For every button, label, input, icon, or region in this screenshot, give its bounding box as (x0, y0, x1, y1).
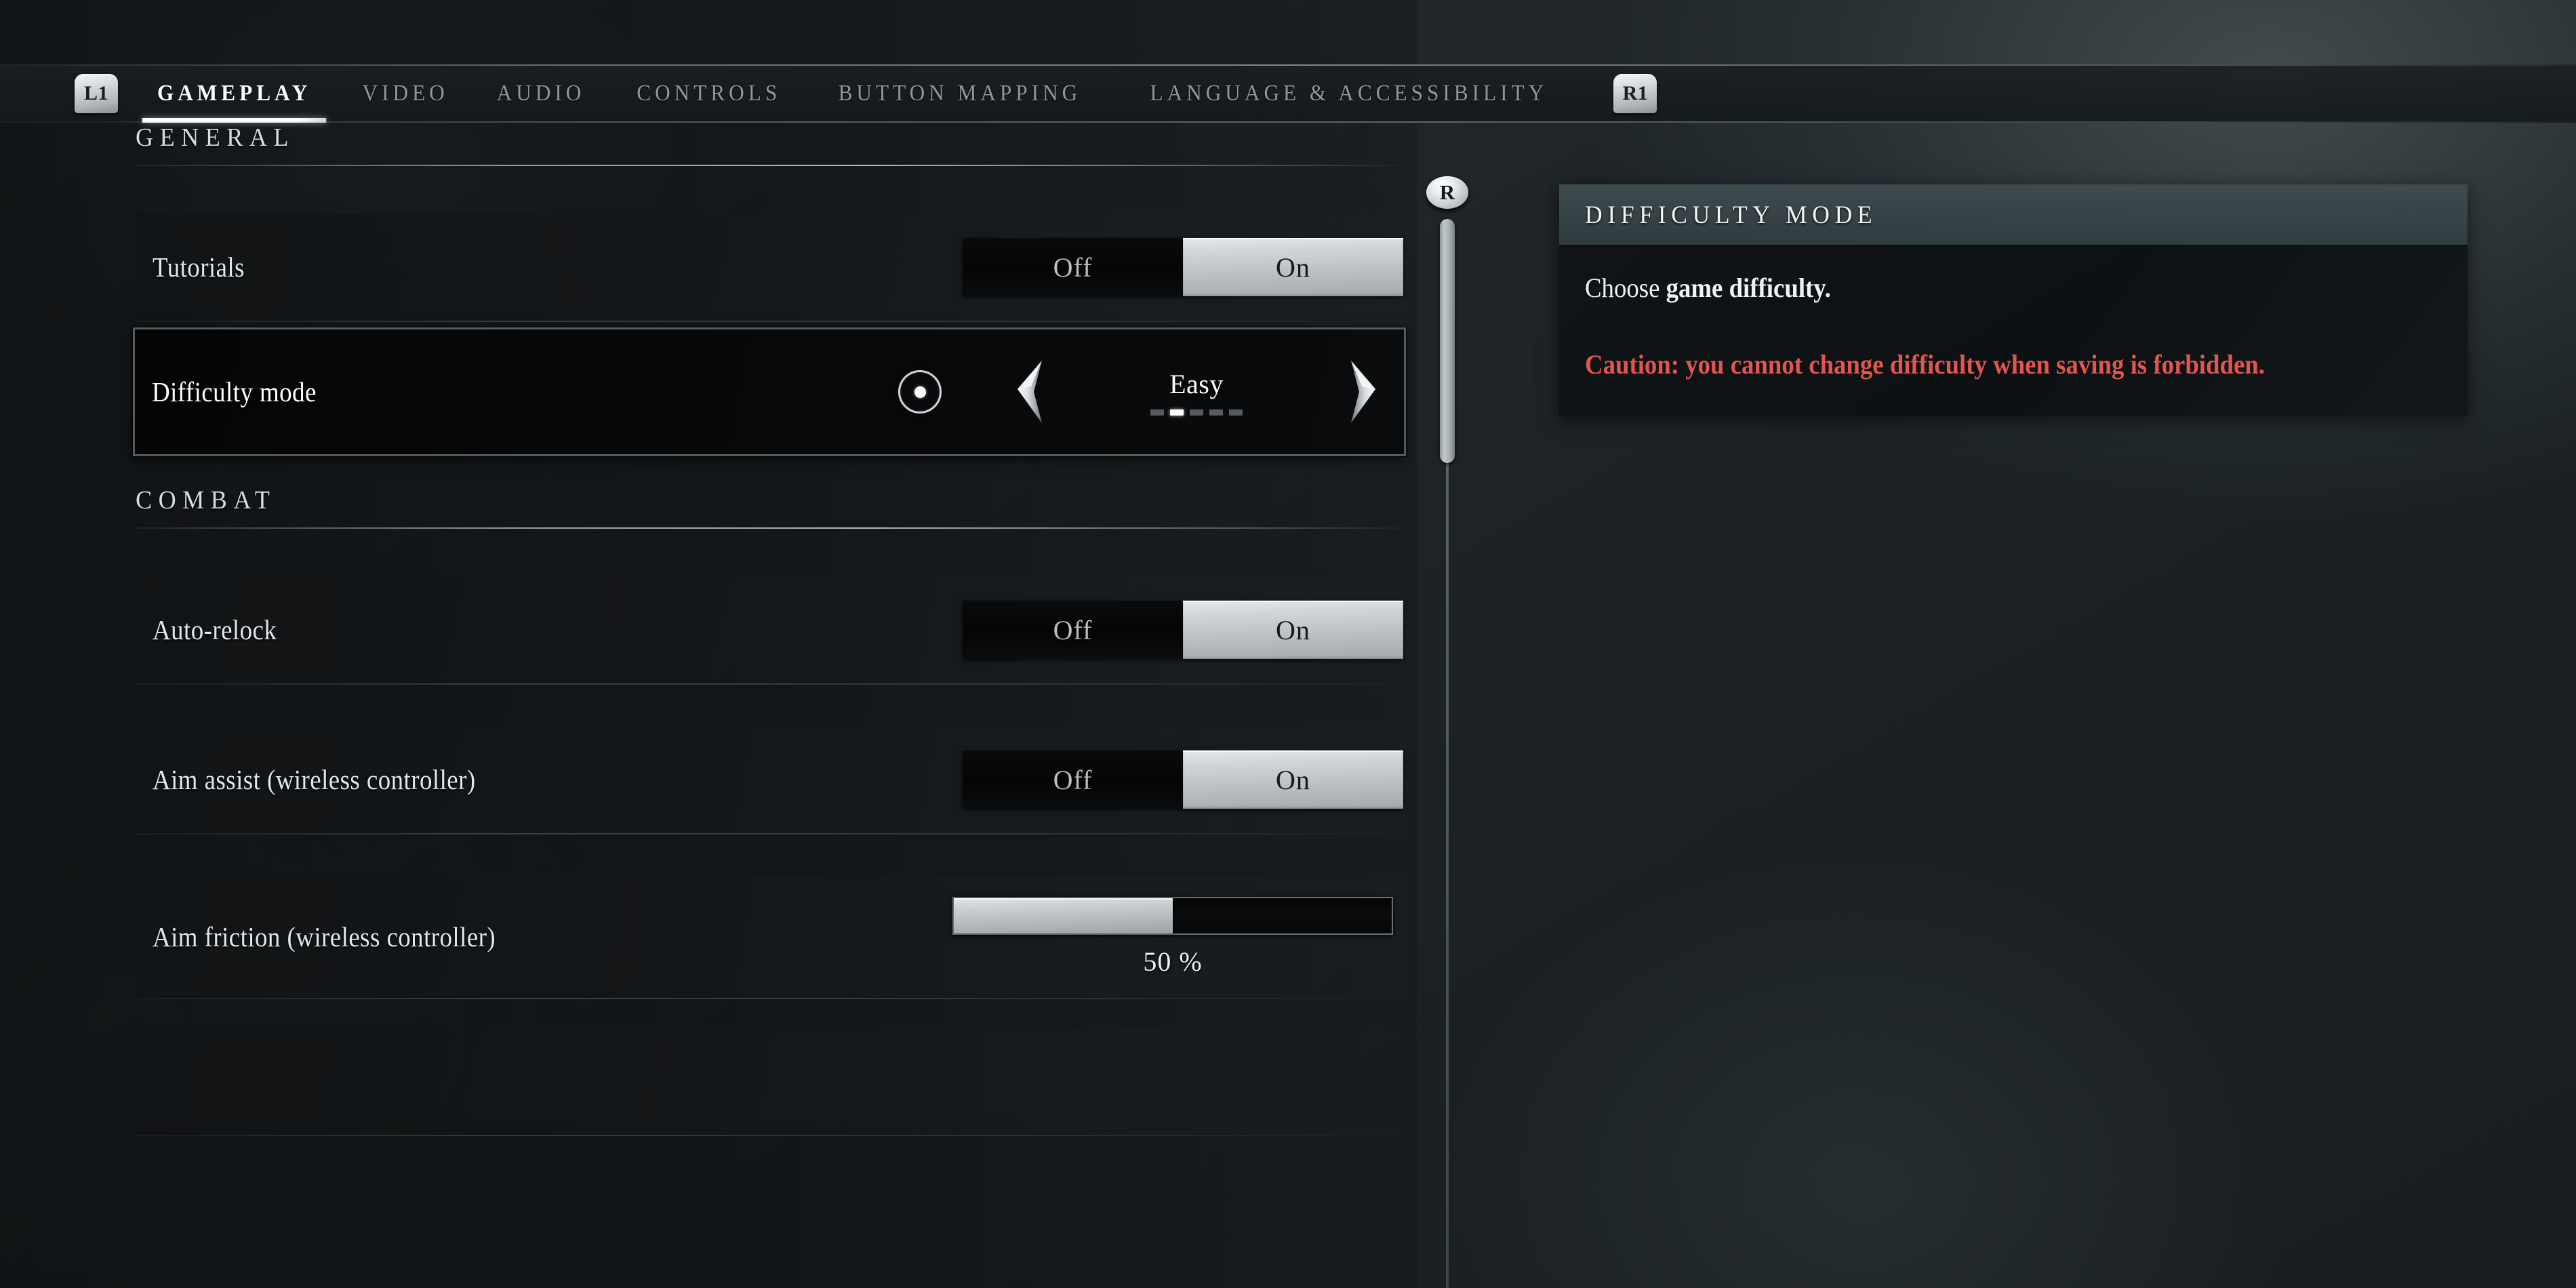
scrollbar-thumb[interactable] (1440, 219, 1455, 463)
toggle-option-on[interactable]: On (1183, 238, 1403, 296)
step-dot-5 (1229, 409, 1243, 416)
setting-row-aim-assist[interactable]: Aim assist (wireless controller) Off On (136, 726, 1403, 834)
tab-audio[interactable]: AUDIO (479, 81, 605, 106)
chevron-left-icon[interactable] (1007, 359, 1051, 424)
setting-row-aim-friction[interactable]: Aim friction (wireless controller) 50 % (136, 876, 1403, 999)
r1-bumper-icon[interactable]: R1 (1613, 74, 1657, 113)
tab-gameplay[interactable]: GAMEPLAY (138, 81, 330, 123)
stepper-value-difficulty: Easy (1169, 369, 1224, 399)
settings-tab-bar: L1 GAMEPLAY VIDEO AUDIO CONTROLS BUTTON … (0, 64, 2576, 123)
settings-list: GENERAL Tutorials Off On Difficulty mode (0, 123, 1417, 1288)
setting-label-aim-friction: Aim friction (wireless controller) (153, 921, 496, 952)
right-stick-icon[interactable]: R (1426, 176, 1468, 209)
info-panel-title: DIFFICULTY MODE (1585, 201, 1878, 229)
info-panel-header: DIFFICULTY MODE (1559, 184, 2468, 245)
l1-bumper-icon[interactable]: L1 (75, 74, 118, 113)
setting-row-auto-relock[interactable]: Auto-relock Off On (136, 576, 1403, 685)
chevron-right-icon[interactable] (1342, 359, 1386, 424)
radio-indicator-icon (898, 370, 942, 414)
toggle-option-off[interactable]: Off (963, 601, 1183, 659)
setting-label-auto-relock: Auto-relock (153, 614, 277, 645)
stepper-difficulty-mode[interactable]: Easy (898, 351, 1386, 432)
tab-language-accessibility[interactable]: LANGUAGE & ACCESSIBILITY (1131, 81, 1567, 106)
stepper-step-indicator (1150, 409, 1243, 416)
tab-button-mapping[interactable]: BUTTON MAPPING (820, 81, 1100, 106)
section-title-general: GENERAL (136, 123, 295, 152)
step-dot-3 (1190, 409, 1203, 416)
section-rule-combat (136, 527, 1403, 529)
section-rule-general (136, 165, 1403, 166)
slider-track[interactable] (952, 896, 1393, 935)
stepper-body: Easy (1051, 368, 1342, 416)
section-title-combat: COMBAT (136, 486, 277, 515)
setting-row-difficulty-mode[interactable]: Difficulty mode Easy (133, 327, 1406, 456)
info-panel-caution: Caution: you cannot change difficulty wh… (1585, 348, 2265, 380)
info-panel-description: Choose game difficulty. (1585, 269, 2373, 308)
tab-controls[interactable]: CONTROLS (618, 81, 799, 106)
toggle-option-on[interactable]: On (1183, 601, 1403, 659)
step-dot-2 (1170, 409, 1184, 416)
toggle-option-off[interactable]: Off (963, 238, 1183, 296)
info-panel-body: Choose game difficulty. Caution: you can… (1559, 245, 2468, 416)
setting-row-tutorials[interactable]: Tutorials Off On (136, 214, 1403, 322)
settings-scrollbar[interactable]: R (1424, 176, 1471, 1288)
toggle-option-on[interactable]: On (1183, 750, 1403, 809)
toggle-aim-assist[interactable]: Off On (963, 750, 1403, 809)
toggle-tutorials[interactable]: Off On (963, 238, 1403, 296)
step-dot-1 (1150, 409, 1164, 416)
info-panel: DIFFICULTY MODE Choose game difficulty. … (1559, 184, 2468, 416)
step-dot-4 (1209, 409, 1223, 416)
info-description-strong: game difficulty. (1666, 273, 1831, 303)
tab-video[interactable]: VIDEO (344, 81, 467, 106)
slider-aim-friction[interactable]: 50 % (942, 896, 1403, 978)
setting-label-difficulty-mode: Difficulty mode (152, 376, 317, 407)
setting-row-next-partial[interactable] (136, 1026, 1403, 1136)
setting-label-tutorials: Tutorials (153, 251, 245, 283)
slider-value-aim-friction: 50 % (1143, 946, 1203, 977)
setting-label-aim-assist: Aim assist (wireless controller) (153, 764, 476, 795)
info-description-lead: Choose (1585, 273, 1666, 303)
toggle-auto-relock[interactable]: Off On (963, 601, 1403, 659)
slider-fill (954, 898, 1173, 933)
toggle-option-off[interactable]: Off (963, 750, 1183, 809)
